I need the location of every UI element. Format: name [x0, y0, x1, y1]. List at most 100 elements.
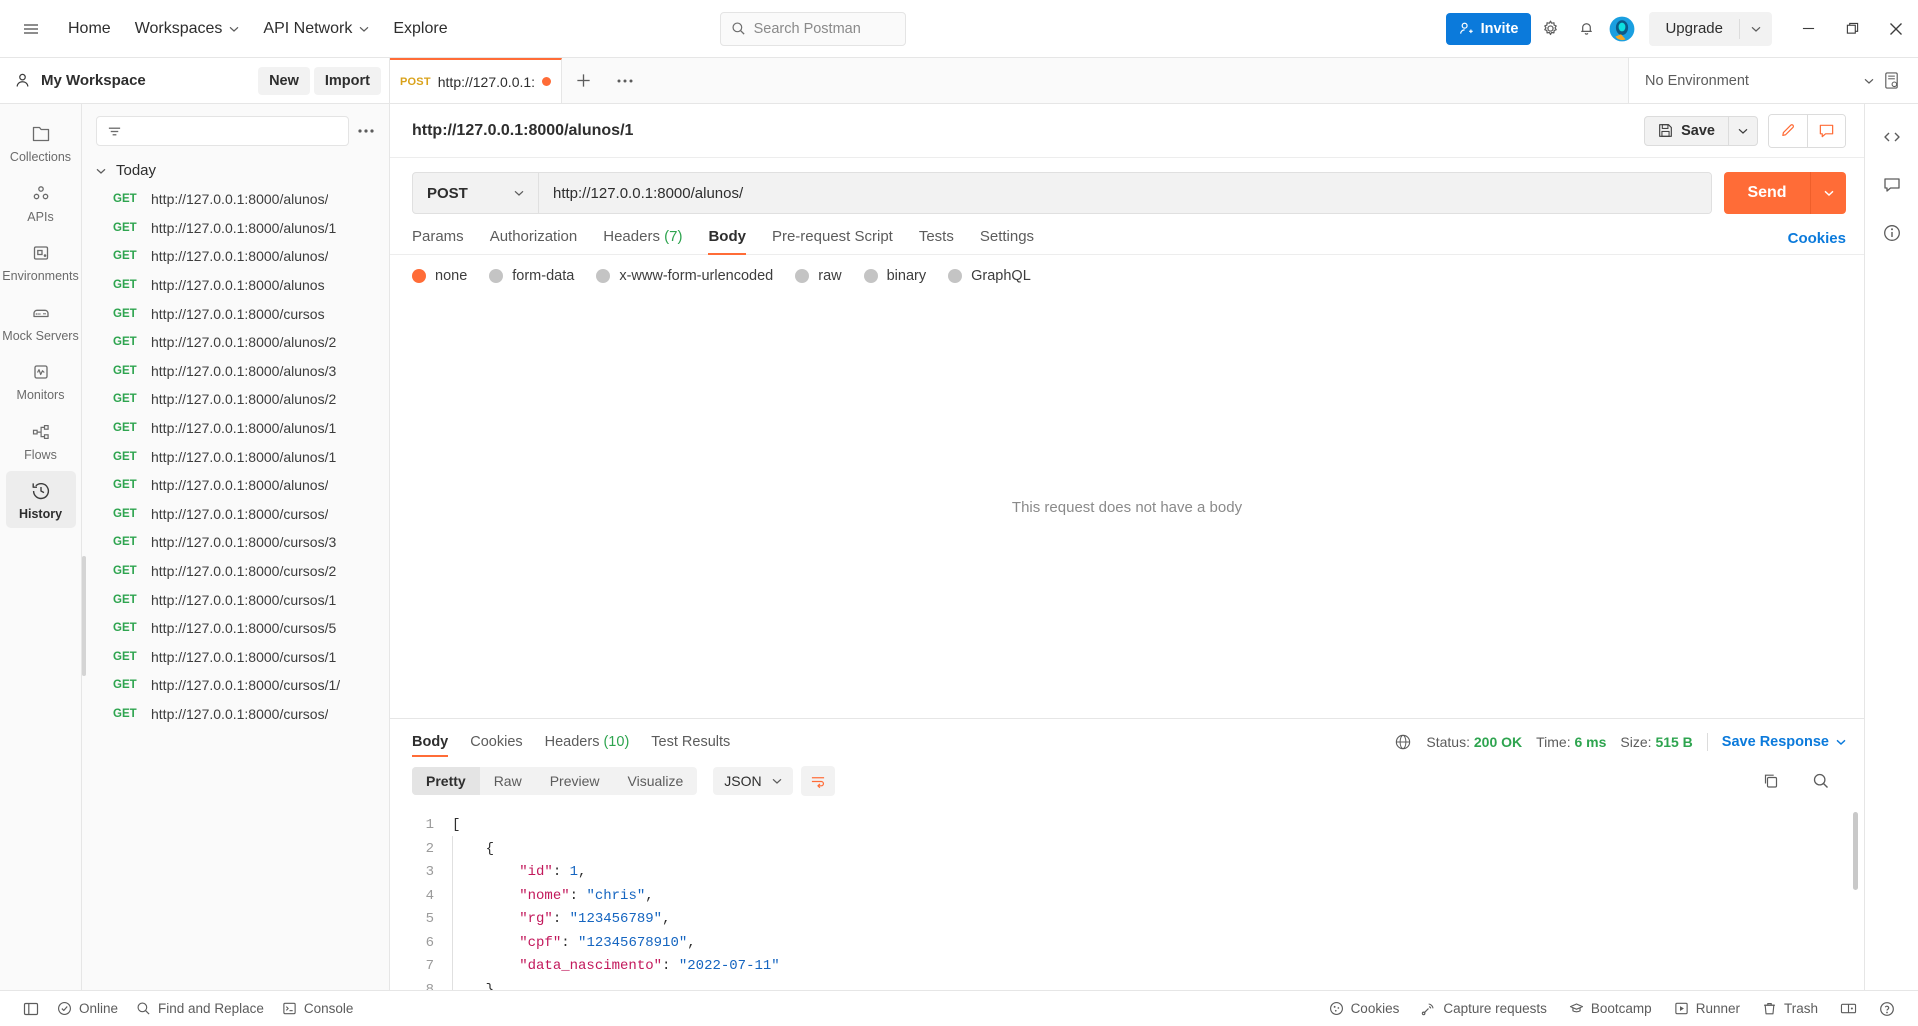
invite-button[interactable]: Invite [1445, 12, 1532, 45]
request-tab-headers[interactable]: Headers (7) [603, 222, 682, 254]
body-type-form-data[interactable]: form-data [489, 268, 574, 284]
request-tab-settings[interactable]: Settings [980, 222, 1034, 254]
notifications-bell-icon[interactable] [1569, 12, 1603, 46]
response-tab-cookies[interactable]: Cookies [470, 729, 522, 760]
request-tab-authorization[interactable]: Authorization [490, 222, 578, 254]
tab-options-button[interactable] [604, 58, 646, 103]
rail-item-history[interactable]: History [5, 471, 76, 528]
rail-item-environments[interactable]: Environments [2, 233, 79, 290]
cookies-button[interactable]: Cookies [1320, 997, 1409, 1020]
view-mode-preview[interactable]: Preview [536, 767, 614, 795]
find-and-replace-button[interactable]: Find and Replace [127, 997, 273, 1020]
comment-icon[interactable] [1807, 114, 1845, 147]
trash-button[interactable]: Trash [1753, 997, 1827, 1020]
capture-requests-button[interactable]: Capture requests [1412, 997, 1556, 1020]
method-selector[interactable]: POST [413, 173, 539, 213]
code-snippet-icon[interactable] [1873, 118, 1911, 156]
request-tab-params[interactable]: Params [412, 222, 464, 254]
radio-button[interactable] [948, 269, 963, 283]
history-options-button[interactable] [357, 128, 375, 134]
console-button[interactable]: Console [273, 997, 363, 1020]
radio-button[interactable] [412, 269, 426, 283]
send-button[interactable]: Send [1724, 172, 1810, 214]
history-item[interactable]: GET http://127.0.0.1:8000/cursos/3 [82, 528, 389, 557]
new-button[interactable]: New [258, 66, 310, 95]
body-type-graphql[interactable]: GraphQL [948, 268, 1031, 284]
json-code[interactable]: [ { "id": 1, "nome": "chris", "rg": "123… [446, 806, 1864, 990]
save-dropdown-button[interactable] [1728, 116, 1757, 145]
import-button[interactable]: Import [313, 66, 381, 95]
url-input[interactable]: http://127.0.0.1:8000/alunos/ [539, 173, 1711, 213]
history-item[interactable]: GET http://127.0.0.1:8000/cursos/ [82, 700, 389, 729]
request-tab-tests[interactable]: Tests [919, 222, 954, 254]
history-item[interactable]: GET http://127.0.0.1:8000/cursos/5 [82, 614, 389, 643]
body-type-raw[interactable]: raw [795, 268, 842, 284]
online-status[interactable]: Online [48, 997, 127, 1020]
save-button[interactable]: Save [1645, 117, 1728, 145]
response-scrollbar[interactable] [1853, 812, 1858, 890]
nav-item-explore[interactable]: Explore [383, 14, 457, 44]
history-item[interactable]: GET http://127.0.0.1:8000/cursos [82, 299, 389, 328]
sidebar-toggle-button[interactable] [14, 997, 48, 1021]
view-mode-visualize[interactable]: Visualize [614, 767, 698, 795]
maximize-icon[interactable] [1830, 7, 1874, 51]
history-item[interactable]: GET http://127.0.0.1:8000/cursos/2 [82, 557, 389, 586]
rail-item-collections[interactable]: Collections [6, 114, 76, 171]
history-item[interactable]: GET http://127.0.0.1:8000/cursos/1 [82, 585, 389, 614]
upgrade-dropdown-button[interactable] [1740, 12, 1772, 46]
body-type-binary[interactable]: binary [863, 268, 926, 284]
minimize-icon[interactable] [1786, 7, 1830, 51]
history-scrollbar[interactable] [82, 556, 86, 676]
search-icon[interactable] [1804, 764, 1838, 798]
history-filter-input[interactable] [96, 116, 349, 146]
radio-button[interactable] [795, 269, 810, 283]
body-type-none[interactable]: none [412, 268, 467, 284]
user-avatar[interactable] [1605, 12, 1639, 46]
send-dropdown-button[interactable] [1810, 172, 1846, 214]
history-item[interactable]: GET http://127.0.0.1:8000/alunos/2 [82, 328, 389, 357]
rail-item-mock-servers[interactable]: Mock Servers [2, 293, 79, 350]
edit-pencil-icon[interactable] [1769, 114, 1807, 147]
nav-item-workspaces[interactable]: Workspaces [125, 14, 250, 44]
rail-item-flows[interactable]: Flows [6, 412, 76, 469]
request-tab-body[interactable]: Body [708, 222, 746, 255]
history-item[interactable]: GET http://127.0.0.1:8000/alunos/2 [82, 385, 389, 414]
history-item[interactable]: GET http://127.0.0.1:8000/cursos/ [82, 500, 389, 529]
copy-icon[interactable] [1754, 764, 1788, 798]
environment-quick-look-icon[interactable] [1874, 64, 1908, 98]
response-format-selector[interactable]: JSON [713, 767, 793, 795]
history-item[interactable]: GET http://127.0.0.1:8000/alunos/ [82, 242, 389, 271]
view-mode-pretty[interactable]: Pretty [412, 767, 480, 795]
radio-button[interactable] [489, 269, 504, 283]
history-group-today[interactable]: Today [82, 154, 389, 185]
history-item[interactable]: GET http://127.0.0.1:8000/alunos/3 [82, 357, 389, 386]
search-input[interactable]: Search Postman [719, 11, 906, 46]
help-button[interactable] [1870, 997, 1904, 1021]
runner-button[interactable]: Runner [1665, 997, 1749, 1020]
history-item[interactable]: GET http://127.0.0.1:8000/alunos [82, 271, 389, 300]
radio-button[interactable] [596, 269, 611, 283]
history-item[interactable]: GET http://127.0.0.1:8000/cursos/1 [82, 643, 389, 672]
save-response-button[interactable]: Save Response [1722, 734, 1846, 750]
new-tab-button[interactable] [562, 58, 604, 103]
response-body-code[interactable]: 123456789 [ { "id": 1, "nome": "chris", … [390, 806, 1864, 990]
bootcamp-button[interactable]: Bootcamp [1560, 997, 1661, 1020]
history-item[interactable]: GET http://127.0.0.1:8000/alunos/ [82, 471, 389, 500]
info-documentation-icon[interactable] [1873, 214, 1911, 252]
two-pane-layout-button[interactable] [1831, 997, 1866, 1020]
request-cookies-link[interactable]: Cookies [1788, 230, 1846, 247]
radio-button[interactable] [863, 269, 878, 283]
settings-gear-icon[interactable] [1533, 12, 1567, 46]
upgrade-button[interactable]: Upgrade [1649, 12, 1739, 46]
workspace-selector[interactable]: My Workspace New Import [0, 58, 390, 103]
comments-icon[interactable] [1873, 166, 1911, 204]
environment-selector[interactable]: No Environment [1645, 73, 1874, 89]
history-item[interactable]: GET http://127.0.0.1:8000/alunos/1 [82, 214, 389, 243]
rail-item-apis[interactable]: APIs [6, 174, 76, 231]
history-item[interactable]: GET http://127.0.0.1:8000/alunos/ [82, 185, 389, 214]
history-item[interactable]: GET http://127.0.0.1:8000/alunos/1 [82, 414, 389, 443]
response-tab-body[interactable]: Body [412, 729, 449, 760]
body-type-x-www-form-urlencoded[interactable]: x-www-form-urlencoded [596, 268, 773, 284]
history-item[interactable]: GET http://127.0.0.1:8000/cursos/1/ [82, 671, 389, 700]
rail-item-monitors[interactable]: Monitors [6, 352, 76, 409]
